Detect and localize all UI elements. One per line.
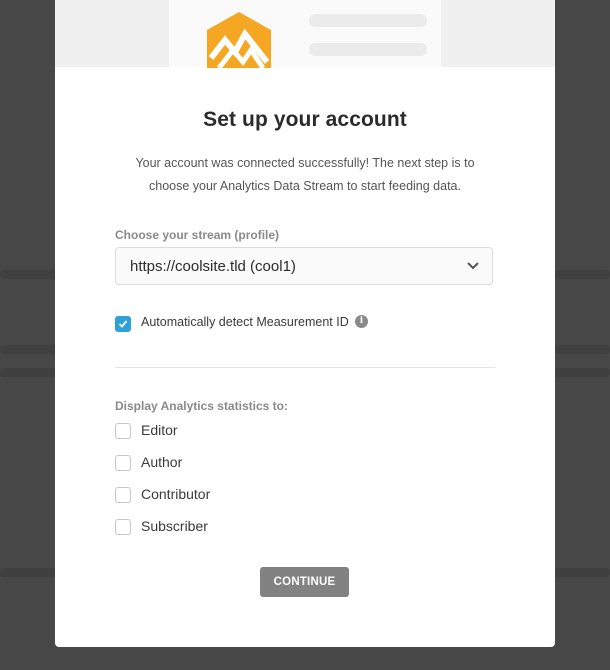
- continue-button[interactable]: CONTINUE: [260, 567, 349, 597]
- subtitle-line: choose your Analytics Data Stream to sta…: [149, 179, 461, 193]
- role-label: Subscriber: [141, 518, 208, 534]
- checkmark-icon: [118, 320, 128, 328]
- modal-subtitle: Your account was connected successfully!…: [95, 152, 515, 198]
- stream-label: Choose your stream (profile): [115, 228, 280, 242]
- auto-detect-checkbox[interactable]: [115, 316, 131, 332]
- role-checkbox[interactable]: [115, 519, 131, 535]
- auto-detect-label: Automatically detect Measurement ID: [141, 315, 349, 329]
- role-label: Contributor: [141, 486, 211, 502]
- header-placeholder-line: [309, 14, 427, 27]
- stream-selected-value: https://coolsite.tld (cool1): [130, 258, 296, 275]
- role-label: Editor: [141, 422, 178, 438]
- role-checkbox[interactable]: [115, 487, 131, 503]
- auto-detect-checkbox-row[interactable]: Automatically detect Measurement ID i: [115, 315, 375, 333]
- role-checkbox-row-subscriber[interactable]: Subscriber: [115, 518, 235, 536]
- setup-account-modal: Set up your account Your account was con…: [55, 0, 555, 647]
- display-stats-label: Display Analytics statistics to:: [115, 399, 288, 413]
- role-checkbox[interactable]: [115, 423, 131, 439]
- role-label: Author: [141, 454, 183, 470]
- modal-header-illustration: [55, 0, 555, 68]
- role-checkbox[interactable]: [115, 455, 131, 471]
- subtitle-line: Your account was connected successfully!…: [135, 156, 475, 170]
- stream-select[interactable]: https://coolsite.tld (cool1): [115, 247, 493, 285]
- header-placeholder-line: [309, 43, 427, 56]
- modal-title: Set up your account: [203, 108, 407, 131]
- role-checkbox-row-contributor[interactable]: Contributor: [115, 486, 235, 504]
- role-checkbox-row-author[interactable]: Author: [115, 454, 235, 472]
- info-icon[interactable]: i: [355, 315, 368, 328]
- role-checkbox-row-editor[interactable]: Editor: [115, 422, 235, 440]
- mountain-logo-icon: [207, 12, 271, 68]
- section-divider: [115, 367, 495, 368]
- chevron-down-icon: [467, 262, 479, 270]
